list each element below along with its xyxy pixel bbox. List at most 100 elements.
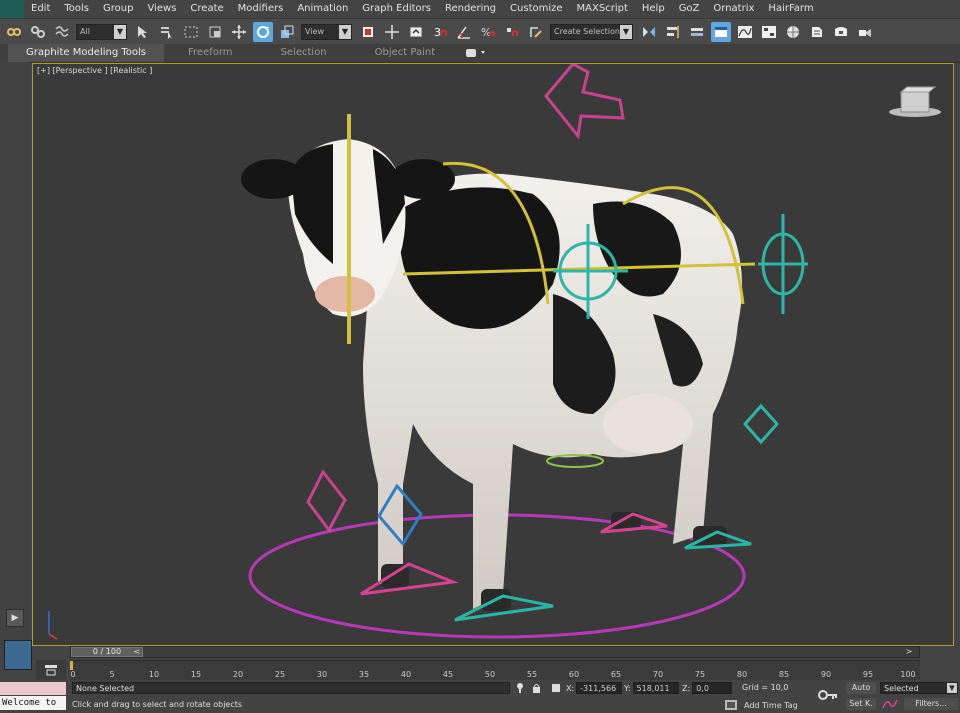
move-icon[interactable] xyxy=(229,22,249,42)
menu-tools[interactable]: Tools xyxy=(57,0,96,18)
edit-named-selection-icon[interactable] xyxy=(526,22,546,42)
material-editor-icon[interactable] xyxy=(783,22,803,42)
key-filter-dropdown[interactable]: Selected ▼ xyxy=(880,682,958,694)
grid-size: Grid = 10,0 xyxy=(742,683,789,692)
render-production-icon[interactable] xyxy=(855,22,875,42)
key-filters-button[interactable]: Filters... xyxy=(904,698,958,710)
menu-goz[interactable]: GoZ xyxy=(672,0,707,18)
lock-icon[interactable] xyxy=(514,682,560,694)
window-crossing-icon[interactable] xyxy=(205,22,225,42)
menu-animation[interactable]: Animation xyxy=(290,0,355,18)
set-key-button[interactable]: Set K. xyxy=(846,698,876,710)
tab-freeform[interactable]: Freeform xyxy=(164,44,257,62)
tab-graphite-modeling-tools[interactable]: Graphite Modeling Tools xyxy=(8,44,165,62)
snaps-toggle-icon[interactable]: 3 xyxy=(430,22,450,42)
main-toolbar: All ▼ View ▼ 3 % Create Selection S ▼ xyxy=(0,18,960,44)
play-icon[interactable]: ▶ xyxy=(6,609,24,627)
chevron-down-icon: ▼ xyxy=(947,683,957,693)
menu-create[interactable]: Create xyxy=(183,0,230,18)
selection-filter-dropdown[interactable]: All ▼ xyxy=(76,23,127,40)
unlink-icon[interactable] xyxy=(28,22,48,42)
time-tag-icon[interactable] xyxy=(724,698,738,712)
link-icon[interactable] xyxy=(4,22,24,42)
time-slider-track[interactable]: 0 / 100 < > xyxy=(70,646,920,658)
mini-viewport-preview[interactable] xyxy=(4,640,32,670)
spinner-snap-icon[interactable] xyxy=(502,22,522,42)
tick-label: 10 xyxy=(148,670,160,679)
schematic-view-icon[interactable] xyxy=(759,22,779,42)
menu-modifiers[interactable]: Modifiers xyxy=(231,0,291,18)
tick-label: 75 xyxy=(694,670,706,679)
reference-coordinate-value: View xyxy=(305,26,324,36)
select-and-manipulate-icon[interactable] xyxy=(382,22,402,42)
bind-space-warp-icon[interactable] xyxy=(52,22,72,42)
menu-hairfarm[interactable]: HairFarm xyxy=(761,0,820,18)
z-coordinate: Z: 0,0 xyxy=(682,682,733,694)
z-coordinate-input[interactable]: 0,0 xyxy=(692,682,733,694)
maxscript-listener-output[interactable] xyxy=(0,682,66,695)
curve-editor-icon[interactable] xyxy=(735,22,755,42)
named-selection-dropdown[interactable]: Create Selection S ▼ xyxy=(550,23,633,40)
pivot-center-icon[interactable] xyxy=(358,22,378,42)
tick-label: 90 xyxy=(820,670,832,679)
render-frame-icon[interactable] xyxy=(831,22,851,42)
tab-object-paint[interactable]: Object Paint xyxy=(351,44,460,62)
key-filter-value: Selected xyxy=(884,684,919,693)
auto-key-button[interactable]: Auto xyxy=(846,682,876,694)
menu-help[interactable]: Help xyxy=(635,0,672,18)
prompt-line: Click and drag to select and rotate obje… xyxy=(72,700,243,709)
perspective-viewport[interactable]: [+] [Perspective ] [Realistic ] xyxy=(32,63,954,646)
reference-coordinate-dropdown[interactable]: View ▼ xyxy=(301,23,352,40)
select-object-icon[interactable] xyxy=(133,22,153,42)
tick-label: 20 xyxy=(232,670,244,679)
key-icon[interactable] xyxy=(818,688,838,702)
add-time-tag-button[interactable]: Add Time Tag xyxy=(744,701,798,710)
cow-model xyxy=(241,139,742,611)
angle-snap-icon[interactable] xyxy=(454,22,474,42)
menu-rendering[interactable]: Rendering xyxy=(438,0,503,18)
time-next-button[interactable]: > xyxy=(905,647,913,657)
menu-maxscript[interactable]: MAXScript xyxy=(570,0,635,18)
tick-label: 70 xyxy=(652,670,664,679)
rectangular-selection-icon[interactable] xyxy=(181,22,201,42)
chevron-down-icon: ▼ xyxy=(339,24,351,39)
percent-snap-icon[interactable]: % xyxy=(478,22,498,42)
tab-selection[interactable]: Selection xyxy=(257,44,351,62)
graphite-ribbon: Graphite Modeling Tools Freeform Selecti… xyxy=(0,44,960,63)
rotate-icon[interactable] xyxy=(253,21,273,42)
menu-group[interactable]: Group xyxy=(96,0,140,18)
tick-label: 65 xyxy=(610,670,622,679)
viewport-scene xyxy=(48,64,941,640)
tail-control-crosshair xyxy=(758,214,808,314)
x-coordinate-input[interactable]: -311,566 xyxy=(576,682,623,694)
track-bar[interactable]: 0 5 10 15 20 25 30 35 40 45 50 55 60 65 … xyxy=(70,660,920,681)
tick-label: 60 xyxy=(568,670,580,679)
menu-graph-editors[interactable]: Graph Editors xyxy=(355,0,438,18)
pink-diamond-control xyxy=(306,469,347,533)
selection-filter-value: All xyxy=(80,26,90,36)
menu-ornatrix[interactable]: Ornatrix xyxy=(706,0,761,18)
tick-label: 25 xyxy=(274,670,286,679)
menu-customize[interactable]: Customize xyxy=(503,0,570,18)
track-bar-toggle[interactable] xyxy=(36,660,66,680)
time-prev-button[interactable]: < xyxy=(133,647,141,657)
teal-diamond-control xyxy=(742,403,780,445)
render-setup-icon[interactable] xyxy=(807,22,827,42)
app-logo[interactable] xyxy=(0,0,24,18)
menu-views[interactable]: Views xyxy=(140,0,183,18)
mirror-icon[interactable] xyxy=(639,22,659,42)
y-coordinate-input[interactable]: 518,011 xyxy=(632,682,679,694)
scale-icon[interactable] xyxy=(277,22,297,42)
ribbon-options-dropdown[interactable] xyxy=(463,47,491,59)
keyboard-shortcut-icon[interactable] xyxy=(406,22,426,42)
x-label: X: xyxy=(566,683,575,693)
maxscript-listener-input[interactable]: Welcome to xyxy=(0,696,66,710)
tick-label: 100 xyxy=(900,670,916,679)
ribbon-toggle-icon[interactable] xyxy=(711,21,731,42)
menu-edit[interactable]: Edit xyxy=(24,0,57,18)
layer-manager-icon[interactable] xyxy=(687,22,707,42)
align-icon[interactable] xyxy=(663,22,683,42)
curve-key-icon[interactable] xyxy=(882,698,898,710)
select-by-name-icon[interactable] xyxy=(157,22,177,42)
y-coordinate: Y: 518,011 xyxy=(624,682,679,694)
